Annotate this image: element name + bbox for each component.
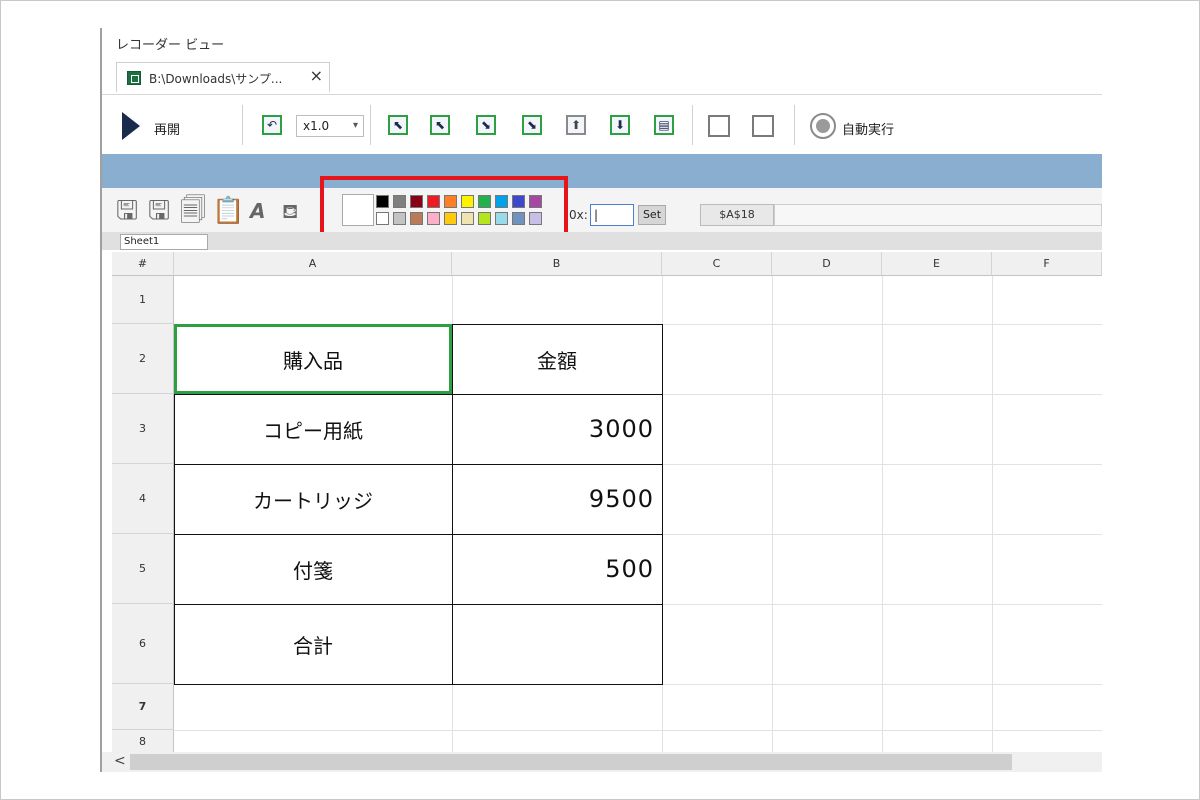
toolbar: 再開 ↶ x1.0 ▾ ⬉ ⬉ ⬊ ⬊ ⬆ ⬇ ▤ 自動実行 (102, 94, 1102, 155)
formula-field[interactable] (774, 204, 1102, 226)
color-swatch[interactable] (376, 195, 389, 208)
paste-icon[interactable]: 📋 (212, 196, 244, 226)
column-header-f[interactable]: F (992, 252, 1102, 276)
clipboard-icon[interactable]: ▤ (654, 115, 674, 135)
row-header[interactable]: 1 (112, 276, 174, 324)
speed-select[interactable]: x1.0 ▾ (296, 115, 364, 137)
hex-color-input[interactable]: | (590, 204, 634, 226)
color-swatch[interactable] (512, 195, 525, 208)
row-header[interactable]: 3 (112, 394, 174, 464)
tab-file-label: B:\Downloads\サンプ... (149, 72, 283, 86)
column-header-a[interactable]: A (174, 252, 452, 276)
record-circle-icon[interactable] (810, 113, 836, 139)
row-header[interactable]: 8 (112, 730, 174, 752)
column-header-d[interactable]: D (772, 252, 882, 276)
cell-a5[interactable]: 付箋 (174, 534, 452, 604)
column-header-e[interactable]: E (882, 252, 992, 276)
resume-button[interactable]: 再開 (154, 119, 180, 138)
row-header[interactable]: 6 (112, 604, 174, 684)
cell-b6[interactable] (452, 604, 662, 684)
color-swatch[interactable] (376, 212, 389, 225)
cell-a4[interactable]: カートリッジ (174, 464, 452, 534)
corner-header[interactable]: # (112, 252, 174, 276)
save-as-icon[interactable]: 🖫 (148, 196, 170, 226)
toolbar-separator (370, 105, 371, 145)
spreadsheet-grid: # A B C D E F 1 2 3 4 5 6 7 8 購入品 金額 コピー… (112, 252, 1102, 752)
column-header-c[interactable]: C (662, 252, 772, 276)
color-swatch[interactable] (461, 195, 474, 208)
record-step-icon[interactable]: ↶ (262, 115, 282, 135)
row-header[interactable]: 2 (112, 324, 174, 394)
gridline (174, 730, 1102, 731)
color-swatch[interactable] (410, 195, 423, 208)
excel-icon (127, 71, 141, 85)
status-band (102, 154, 1102, 188)
font-color-icon[interactable]: A (250, 196, 265, 226)
window-front-icon[interactable] (708, 115, 730, 137)
gridline (882, 276, 883, 752)
cell-b3[interactable]: 3000 (452, 394, 662, 464)
row-header[interactable]: 7 (112, 684, 174, 730)
color-swatch[interactable] (444, 195, 457, 208)
chevron-down-icon: ▾ (352, 120, 358, 131)
color-swatch[interactable] (529, 212, 542, 225)
copy-icon[interactable]: 🗐 (180, 196, 206, 226)
cell-b2[interactable]: 金額 (452, 324, 662, 394)
color-swatch[interactable] (444, 212, 457, 225)
window-back-icon[interactable] (752, 115, 774, 137)
arrow-up-icon[interactable]: ⬆ (566, 115, 586, 135)
arrow-down-right-alt-icon[interactable]: ⬊ (522, 115, 542, 135)
color-swatch[interactable] (410, 212, 423, 225)
color-swatch[interactable] (512, 212, 525, 225)
auto-run-button[interactable]: 自動実行 (842, 119, 894, 138)
fill-color-icon[interactable]: ⛾ (282, 196, 298, 226)
cell-a6[interactable]: 合計 (174, 604, 452, 684)
color-swatch[interactable] (461, 212, 474, 225)
chevron-left-icon[interactable]: < (114, 753, 126, 769)
color-swatch[interactable] (393, 212, 406, 225)
color-swatch[interactable] (427, 212, 440, 225)
color-swatch[interactable] (495, 195, 508, 208)
play-icon[interactable] (122, 112, 140, 140)
column-header-b[interactable]: B (452, 252, 662, 276)
scrollbar-thumb[interactable] (130, 754, 1012, 770)
arrow-up-left-alt-icon[interactable]: ⬉ (430, 115, 450, 135)
cell-b5[interactable]: 500 (452, 534, 662, 604)
tab-file[interactable]: B:\Downloads\サンプ... × (116, 62, 330, 92)
window-title: レコーダー ビュー (116, 38, 225, 53)
color-swatch[interactable] (495, 212, 508, 225)
set-button[interactable]: Set (638, 205, 666, 225)
color-swatch[interactable] (478, 212, 491, 225)
row-header[interactable]: 5 (112, 534, 174, 604)
color-swatch[interactable] (529, 195, 542, 208)
selected-cell-outline (174, 324, 452, 394)
sheet-strip: Sheet1 (102, 232, 1102, 250)
toolbar-separator (794, 105, 795, 145)
save-icon[interactable]: 🖫 (116, 196, 138, 226)
arrow-up-left-icon[interactable]: ⬉ (388, 115, 408, 135)
toolbar-separator (692, 105, 693, 145)
arrow-down-right-icon[interactable]: ⬊ (476, 115, 496, 135)
cell-a3[interactable]: コピー用紙 (174, 394, 452, 464)
gridline (772, 276, 773, 752)
color-swatch[interactable] (427, 195, 440, 208)
speed-value: x1.0 (303, 119, 330, 133)
table-border (662, 324, 663, 685)
horizontal-scrollbar[interactable]: < (102, 752, 1102, 772)
color-swatch[interactable] (478, 195, 491, 208)
cell-reference: $A$18 (700, 204, 774, 226)
color-swatch[interactable] (393, 195, 406, 208)
cell-b4[interactable]: 9500 (452, 464, 662, 534)
sheet-tab[interactable]: Sheet1 (120, 234, 208, 250)
table-border (174, 684, 663, 685)
toolbar-separator (242, 105, 243, 145)
recorder-window: レコーダー ビュー B:\Downloads\サンプ... × 再開 ↶ x1.… (100, 28, 1102, 772)
hex-label: 0x: (569, 208, 588, 222)
close-icon[interactable]: × (310, 67, 323, 85)
row-header[interactable]: 4 (112, 464, 174, 534)
gridline (992, 276, 993, 752)
tab-strip: B:\Downloads\サンプ... × (102, 58, 1102, 94)
arrow-down-icon[interactable]: ⬇ (610, 115, 630, 135)
